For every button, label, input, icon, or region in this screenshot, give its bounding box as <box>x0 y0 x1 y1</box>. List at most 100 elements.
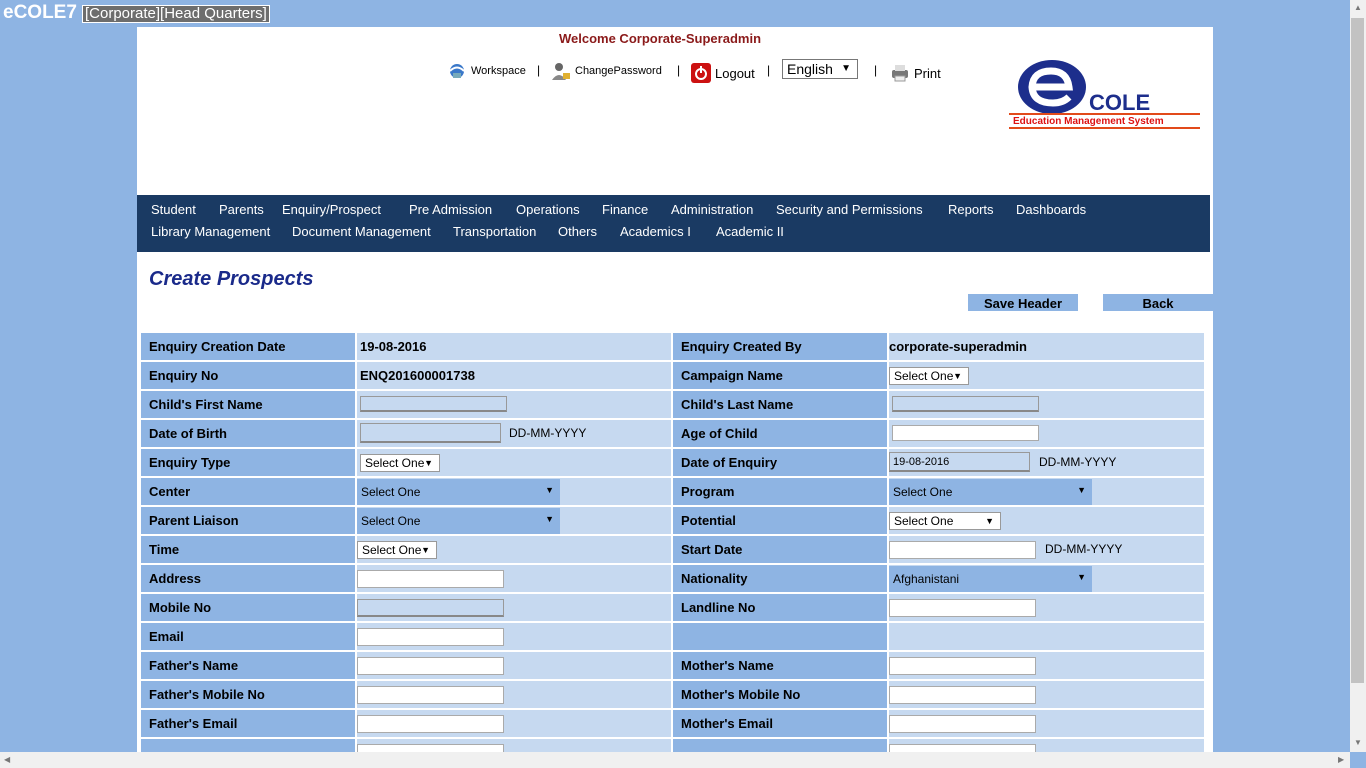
potential-select[interactable]: Select One ▼ <box>889 512 1001 530</box>
workspace-link[interactable]: Workspace <box>447 59 526 83</box>
language-select[interactable]: English ▼ <box>782 59 858 79</box>
email-input[interactable] <box>357 628 504 646</box>
label-email: Email <box>141 623 355 650</box>
menu-item-reports[interactable]: Reports <box>948 202 994 217</box>
label-age-of-child: Age of Child <box>673 420 887 447</box>
address-input[interactable] <box>357 570 504 588</box>
fathers-mobile-input[interactable] <box>357 686 504 704</box>
menu-item-student[interactable]: Student <box>151 202 196 217</box>
menu-item-academics-1[interactable]: Academics I <box>620 224 691 239</box>
nationality-select[interactable]: Afghanistani ▼ <box>889 566 1092 592</box>
cell-email <box>357 623 671 650</box>
save-header-button[interactable]: Save Header <box>968 294 1078 311</box>
value-cell-cut-off <box>889 739 1204 752</box>
menu-item-administration[interactable]: Administration <box>671 202 753 217</box>
change-password-link[interactable]: ChangePassword <box>551 59 662 83</box>
separator: | <box>537 63 541 77</box>
horizontal-scrollbar[interactable]: ◀ ▶ <box>0 752 1350 768</box>
date-of-enquiry-input[interactable]: 19-08-2016 <box>889 452 1030 472</box>
child-first-name-input[interactable] <box>360 396 507 412</box>
menu-item-library-management[interactable]: Library Management <box>151 224 270 239</box>
menu-item-academic-2[interactable]: Academic II <box>716 224 784 239</box>
child-last-name-input[interactable] <box>892 396 1039 412</box>
cut-off-input[interactable] <box>889 744 1036 752</box>
fathers-email-input[interactable] <box>357 715 504 733</box>
label-program: Program <box>673 478 887 505</box>
scroll-up-icon[interactable]: ▲ <box>1354 3 1362 12</box>
label-cell-cut-off <box>141 739 355 752</box>
chevron-down-icon: ▼ <box>1077 485 1086 495</box>
scroll-left-icon[interactable]: ◀ <box>4 755 10 764</box>
mobile-no-input[interactable] <box>357 599 504 617</box>
label-child-first-name: Child's First Name <box>141 391 355 418</box>
chevron-down-icon: ▼ <box>545 514 554 524</box>
label-cell-cut-off <box>673 739 887 752</box>
date-format-hint: DD-MM-YYYY <box>509 426 587 440</box>
main-menu: Student Parents Enquiry/Prospect Pre Adm… <box>137 195 1210 252</box>
ecole-logo: COLE Education Management System <box>1007 57 1202 137</box>
menu-item-dashboards[interactable]: Dashboards <box>1016 202 1086 217</box>
menu-item-finance[interactable]: Finance <box>602 202 648 217</box>
menu-item-enquiry-prospect[interactable]: Enquiry/Prospect <box>282 202 381 217</box>
back-button[interactable]: Back <box>1103 294 1213 311</box>
cell-potential: Select One ▼ <box>889 507 1204 534</box>
vertical-scrollbar[interactable]: ▲ ▼ <box>1350 0 1366 752</box>
label-center: Center <box>141 478 355 505</box>
label-child-last-name: Child's Last Name <box>673 391 887 418</box>
cell-fathers-email <box>357 710 671 737</box>
mothers-mobile-input[interactable] <box>889 686 1036 704</box>
age-of-child-input[interactable] <box>892 425 1039 441</box>
form-row: Address Nationality Afghanistani ▼ <box>141 565 1208 592</box>
parent-liaison-select[interactable]: Select One ▼ <box>357 508 560 534</box>
fathers-name-input[interactable] <box>357 657 504 675</box>
cell-parent-liaison: Select One ▼ <box>357 507 671 534</box>
label-fathers-name: Father's Name <box>141 652 355 679</box>
form-row: Father's Email Mother's Email <box>141 710 1208 737</box>
power-icon <box>691 63 711 83</box>
separator: | <box>677 63 681 77</box>
program-select[interactable]: Select One ▼ <box>889 479 1092 505</box>
menu-item-others[interactable]: Others <box>558 224 597 239</box>
scrollbar-thumb[interactable] <box>1351 18 1364 683</box>
label-enquiry-created-by: Enquiry Created By <box>673 333 887 360</box>
print-link[interactable]: Print <box>890 61 941 85</box>
cell-fathers-mobile <box>357 681 671 708</box>
menu-item-pre-admission[interactable]: Pre Admission <box>409 202 492 217</box>
campaign-name-select[interactable]: Select One ▼ <box>889 367 969 385</box>
cell-time: Select One ▼ <box>357 536 671 563</box>
mothers-email-input[interactable] <box>889 715 1036 733</box>
date-of-birth-input[interactable] <box>360 423 501 443</box>
menu-item-parents[interactable]: Parents <box>219 202 264 217</box>
cell-campaign-name: Select One ▼ <box>889 362 1204 389</box>
scroll-down-icon[interactable]: ▼ <box>1354 738 1362 747</box>
label-mothers-email: Mother's Email <box>673 710 887 737</box>
logo-tagline: Education Management System <box>1013 116 1164 127</box>
label-enquiry-no: Enquiry No <box>141 362 355 389</box>
logout-link[interactable]: Logout <box>691 61 755 85</box>
scroll-right-icon[interactable]: ▶ <box>1338 755 1344 764</box>
menu-item-operations[interactable]: Operations <box>516 202 580 217</box>
cell-program: Select One ▼ <box>889 478 1204 505</box>
cell-mothers-name <box>889 652 1204 679</box>
landline-no-input[interactable] <box>889 599 1036 617</box>
center-select[interactable]: Select One ▼ <box>357 479 560 505</box>
start-date-input[interactable] <box>889 541 1036 559</box>
workspace-icon <box>449 64 465 78</box>
cut-off-input[interactable] <box>357 744 504 752</box>
mothers-name-input[interactable] <box>889 657 1036 675</box>
form-row: Enquiry Type Select One ▼ Date of Enquiry… <box>141 449 1208 476</box>
value-enquiry-creation-date: 19-08-2016 <box>357 333 671 360</box>
enquiry-type-select[interactable]: Select One ▼ <box>360 454 440 472</box>
menu-item-security-permissions[interactable]: Security and Permissions <box>776 202 923 217</box>
separator: | <box>767 63 771 77</box>
menu-item-document-management[interactable]: Document Management <box>292 224 431 239</box>
label-date-of-birth: Date of Birth <box>141 420 355 447</box>
time-select[interactable]: Select One ▼ <box>357 541 437 559</box>
label-fathers-mobile: Father's Mobile No <box>141 681 355 708</box>
label-campaign-name: Campaign Name <box>673 362 887 389</box>
menu-item-transportation[interactable]: Transportation <box>453 224 536 239</box>
chevron-down-icon: ▼ <box>421 545 430 555</box>
label-parent-liaison: Parent Liaison <box>141 507 355 534</box>
cell-mothers-email <box>889 710 1204 737</box>
form-row: Father's Name Mother's Name <box>141 652 1208 679</box>
